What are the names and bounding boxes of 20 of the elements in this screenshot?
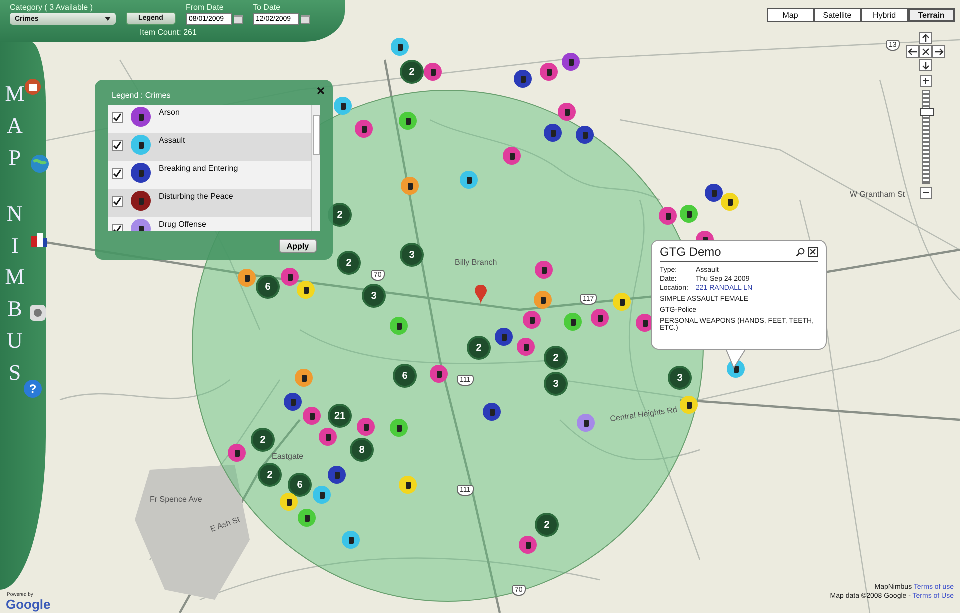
street-label: Eastgate xyxy=(272,452,304,461)
to-date-label: To Date xyxy=(253,3,282,12)
google-logo: Google xyxy=(6,598,51,611)
app-title: MAP xyxy=(4,80,26,172)
app-title: NIMBUS xyxy=(4,200,26,388)
category-label: Category ( 3 Available ) xyxy=(10,3,94,12)
popup-title: GTG Demo xyxy=(660,245,722,259)
legend-title: Legend : Crimes xyxy=(111,90,171,100)
crime-type-label: Disturbing the Peace xyxy=(159,192,234,201)
street-label: Fr Spence Ave xyxy=(150,495,202,504)
item-count: Item Count: 261 xyxy=(140,28,197,37)
from-date-label: From Date xyxy=(186,3,225,12)
crime-type-label: Assault xyxy=(159,136,186,145)
crime-type-label: Arson xyxy=(159,108,180,117)
street-label: Billy Branch xyxy=(455,258,498,267)
street-label: W Grantham St xyxy=(850,190,906,199)
street-label: Central Heights Rd xyxy=(610,405,678,424)
crime-type-label: Drug Offense xyxy=(159,220,206,229)
street-label: E Ash St xyxy=(209,515,242,534)
crime-type-label: Breaking and Entering xyxy=(159,164,238,173)
